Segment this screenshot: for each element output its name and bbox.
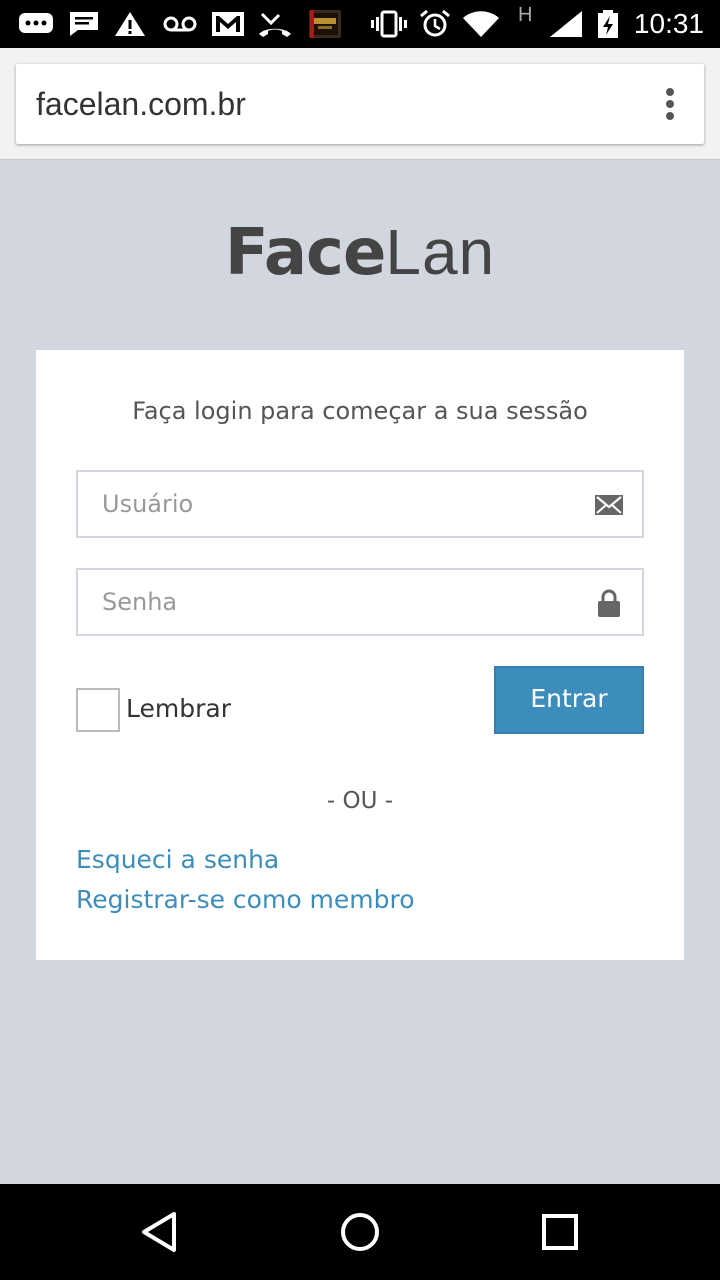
lock-icon [598,589,620,617]
password-field[interactable] [76,568,644,636]
network-type: H [518,4,533,26]
navigation-bar [0,1184,720,1280]
login-card: Faça login para começar a sua sessão Lem… [36,350,684,960]
wifi-icon [463,11,499,37]
message-icon [70,12,98,36]
envelope-icon [595,495,623,515]
remember-checkbox[interactable] [76,688,120,732]
username-input[interactable] [78,472,642,536]
warning-icon [115,12,145,36]
password-input[interactable] [78,570,642,634]
login-message: Faça login para começar a sua sessão [132,397,588,425]
status-bar: H 10:31 [0,0,720,48]
url-bar[interactable]: facelan.com.br [16,64,704,144]
app-thumbnail-icon [309,10,341,38]
recents-icon[interactable] [536,1208,584,1256]
back-icon[interactable] [136,1208,184,1256]
status-time: 10:31 [633,8,704,39]
signal-icon [550,11,582,37]
vibrate-icon [371,10,407,38]
or-divider: - OU - [326,788,394,814]
battery-charging-icon [598,10,618,38]
voicemail-icon [163,16,197,32]
register-link[interactable]: Registrar-se como membro [76,882,415,918]
missed-call-icon [259,12,291,37]
forgot-password-link[interactable]: Esqueci a senha [76,842,279,878]
url-text[interactable]: facelan.com.br [36,84,246,124]
overflow-menu-icon[interactable] [660,84,680,124]
login-button[interactable]: Entrar [494,666,644,734]
sms-icon [19,13,53,33]
remember-label[interactable]: Lembrar [126,690,231,728]
logo-bold: Face [224,216,386,290]
browser-toolbar: facelan.com.br [0,48,720,160]
home-icon[interactable] [336,1208,384,1256]
alarm-icon [420,10,450,37]
username-field[interactable] [76,470,644,538]
gmail-icon [212,12,244,36]
site-logo[interactable]: FaceLan [0,212,720,293]
logo-light: Lan [385,216,496,288]
